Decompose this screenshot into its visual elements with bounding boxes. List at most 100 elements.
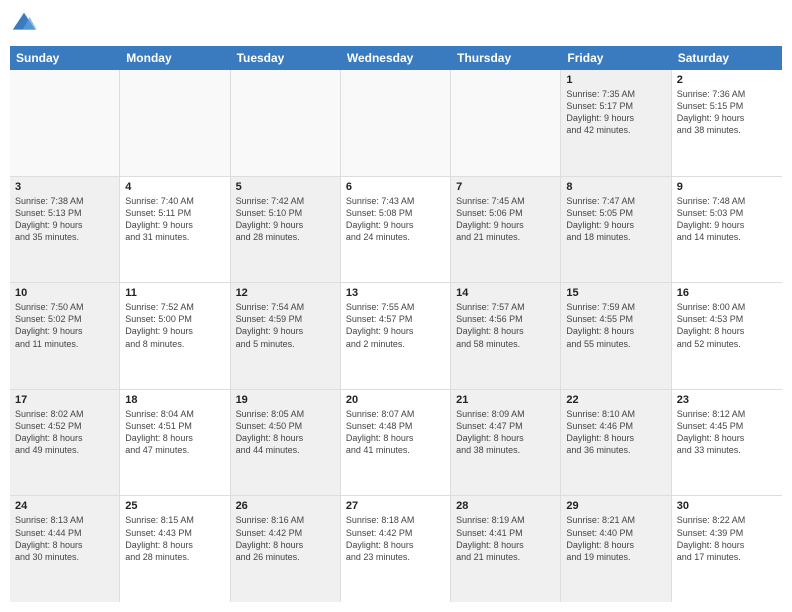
day-info: Sunrise: 8:21 AM Sunset: 4:40 PM Dayligh… <box>566 514 665 563</box>
header-day: Tuesday <box>231 46 341 70</box>
day-number: 22 <box>566 394 665 406</box>
calendar-cell: 15 Sunrise: 7:59 AM Sunset: 4:55 PM Dayli… <box>561 283 671 389</box>
calendar-cell: 4 Sunrise: 7:40 AM Sunset: 5:11 PM Daylig… <box>120 177 230 283</box>
calendar-cell: 16Sunrise: 8:00 AM Sunset: 4:53 PM Dayli… <box>672 283 782 389</box>
calendar-cell: 1 Sunrise: 7:35 AM Sunset: 5:17 PM Daylig… <box>561 70 671 176</box>
day-number: 28 <box>456 500 555 512</box>
calendar-cell: 17 Sunrise: 8:02 AM Sunset: 4:52 PM Dayli… <box>10 390 120 496</box>
calendar-cell: 2 Sunrise: 7:36 AM Sunset: 5:15 PM Daylig… <box>672 70 782 176</box>
day-number: 7 <box>456 181 555 193</box>
day-number: 29 <box>566 500 665 512</box>
calendar-cell <box>451 70 561 176</box>
day-info: Sunrise: 7:57 AM Sunset: 4:56 PM Dayligh… <box>456 301 555 350</box>
day-number: 9 <box>677 181 777 193</box>
day-info: Sunrise: 7:36 AM Sunset: 5:15 PM Dayligh… <box>677 88 777 137</box>
day-info: Sunrise: 8:18 AM Sunset: 4:42 PM Dayligh… <box>346 514 445 563</box>
day-info: Sunrise: 7:38 AM Sunset: 5:13 PM Dayligh… <box>15 195 114 244</box>
day-info: Sunrise: 8:15 AM Sunset: 4:43 PM Dayligh… <box>125 514 224 563</box>
day-number: 21 <box>456 394 555 406</box>
day-number: 5 <box>236 181 335 193</box>
calendar-header: SundayMondayTuesdayWednesdayThursdayFrid… <box>10 46 782 70</box>
calendar-cell: 20 Sunrise: 8:07 AM Sunset: 4:48 PM Dayli… <box>341 390 451 496</box>
day-info: Sunrise: 8:02 AM Sunset: 4:52 PM Dayligh… <box>15 408 114 457</box>
day-info: Sunrise: 8:00 AM Sunset: 4:53 PM Dayligh… <box>677 301 777 350</box>
day-number: 2 <box>677 74 777 86</box>
day-info: Sunrise: 8:05 AM Sunset: 4:50 PM Dayligh… <box>236 408 335 457</box>
calendar-cell <box>120 70 230 176</box>
day-number: 27 <box>346 500 445 512</box>
calendar-cell: 18 Sunrise: 8:04 AM Sunset: 4:51 PM Dayli… <box>120 390 230 496</box>
day-info: Sunrise: 7:54 AM Sunset: 4:59 PM Dayligh… <box>236 301 335 350</box>
day-info: Sunrise: 7:48 AM Sunset: 5:03 PM Dayligh… <box>677 195 777 244</box>
calendar-cell: 28 Sunrise: 8:19 AM Sunset: 4:41 PM Dayli… <box>451 496 561 602</box>
day-info: Sunrise: 8:13 AM Sunset: 4:44 PM Dayligh… <box>15 514 114 563</box>
header-day: Sunday <box>10 46 120 70</box>
day-info: Sunrise: 8:04 AM Sunset: 4:51 PM Dayligh… <box>125 408 224 457</box>
day-info: Sunrise: 8:22 AM Sunset: 4:39 PM Dayligh… <box>677 514 777 563</box>
day-info: Sunrise: 7:52 AM Sunset: 5:00 PM Dayligh… <box>125 301 224 350</box>
day-info: Sunrise: 8:09 AM Sunset: 4:47 PM Dayligh… <box>456 408 555 457</box>
calendar-cell: 21 Sunrise: 8:09 AM Sunset: 4:47 PM Dayli… <box>451 390 561 496</box>
calendar-cell: 22 Sunrise: 8:10 AM Sunset: 4:46 PM Dayli… <box>561 390 671 496</box>
calendar-cell: 3 Sunrise: 7:38 AM Sunset: 5:13 PM Daylig… <box>10 177 120 283</box>
day-number: 30 <box>677 500 777 512</box>
calendar-cell: 14 Sunrise: 7:57 AM Sunset: 4:56 PM Dayli… <box>451 283 561 389</box>
calendar-cell <box>231 70 341 176</box>
day-number: 13 <box>346 287 445 299</box>
calendar-cell: 6 Sunrise: 7:43 AM Sunset: 5:08 PM Daylig… <box>341 177 451 283</box>
calendar-body: 1 Sunrise: 7:35 AM Sunset: 5:17 PM Daylig… <box>10 70 782 602</box>
calendar: SundayMondayTuesdayWednesdayThursdayFrid… <box>10 46 782 602</box>
header-day: Wednesday <box>341 46 451 70</box>
calendar-cell: 13 Sunrise: 7:55 AM Sunset: 4:57 PM Dayli… <box>341 283 451 389</box>
page: SundayMondayTuesdayWednesdayThursdayFrid… <box>0 0 792 612</box>
day-number: 6 <box>346 181 445 193</box>
logo <box>10 10 42 38</box>
day-number: 3 <box>15 181 114 193</box>
day-info: Sunrise: 7:35 AM Sunset: 5:17 PM Dayligh… <box>566 88 665 137</box>
calendar-cell: 24 Sunrise: 8:13 AM Sunset: 4:44 PM Dayli… <box>10 496 120 602</box>
day-number: 11 <box>125 287 224 299</box>
calendar-cell: 11 Sunrise: 7:52 AM Sunset: 5:00 PM Dayli… <box>120 283 230 389</box>
day-info: Sunrise: 7:50 AM Sunset: 5:02 PM Dayligh… <box>15 301 114 350</box>
day-info: Sunrise: 7:59 AM Sunset: 4:55 PM Dayligh… <box>566 301 665 350</box>
calendar-cell: 30 Sunrise: 8:22 AM Sunset: 4:39 PM Dayli… <box>672 496 782 602</box>
calendar-cell: 12 Sunrise: 7:54 AM Sunset: 4:59 PM Dayli… <box>231 283 341 389</box>
calendar-cell: 29 Sunrise: 8:21 AM Sunset: 4:40 PM Dayli… <box>561 496 671 602</box>
day-info: Sunrise: 7:55 AM Sunset: 4:57 PM Dayligh… <box>346 301 445 350</box>
calendar-cell: 8 Sunrise: 7:47 AM Sunset: 5:05 PM Daylig… <box>561 177 671 283</box>
calendar-cell: 25 Sunrise: 8:15 AM Sunset: 4:43 PM Dayli… <box>120 496 230 602</box>
header-day: Thursday <box>451 46 561 70</box>
day-number: 18 <box>125 394 224 406</box>
calendar-cell: 19Sunrise: 8:05 AM Sunset: 4:50 PM Dayli… <box>231 390 341 496</box>
calendar-cell: 23 Sunrise: 8:12 AM Sunset: 4:45 PM Dayli… <box>672 390 782 496</box>
day-number: 12 <box>236 287 335 299</box>
calendar-cell: 7Sunrise: 7:45 AM Sunset: 5:06 PM Daylig… <box>451 177 561 283</box>
day-number: 20 <box>346 394 445 406</box>
day-number: 8 <box>566 181 665 193</box>
header-day: Friday <box>561 46 671 70</box>
day-info: Sunrise: 8:07 AM Sunset: 4:48 PM Dayligh… <box>346 408 445 457</box>
day-info: Sunrise: 7:43 AM Sunset: 5:08 PM Dayligh… <box>346 195 445 244</box>
day-number: 26 <box>236 500 335 512</box>
header-day: Saturday <box>672 46 782 70</box>
day-number: 24 <box>15 500 114 512</box>
day-info: Sunrise: 8:10 AM Sunset: 4:46 PM Dayligh… <box>566 408 665 457</box>
calendar-cell: 5Sunrise: 7:42 AM Sunset: 5:10 PM Daylig… <box>231 177 341 283</box>
logo-icon <box>10 10 38 38</box>
day-info: Sunrise: 8:12 AM Sunset: 4:45 PM Dayligh… <box>677 408 777 457</box>
day-number: 14 <box>456 287 555 299</box>
calendar-row: 17 Sunrise: 8:02 AM Sunset: 4:52 PM Dayli… <box>10 390 782 497</box>
day-number: 1 <box>566 74 665 86</box>
calendar-cell <box>341 70 451 176</box>
day-number: 25 <box>125 500 224 512</box>
day-number: 15 <box>566 287 665 299</box>
calendar-row: 3 Sunrise: 7:38 AM Sunset: 5:13 PM Daylig… <box>10 177 782 284</box>
day-number: 17 <box>15 394 114 406</box>
day-number: 4 <box>125 181 224 193</box>
header-day: Monday <box>120 46 230 70</box>
day-info: Sunrise: 7:40 AM Sunset: 5:11 PM Dayligh… <box>125 195 224 244</box>
day-info: Sunrise: 8:19 AM Sunset: 4:41 PM Dayligh… <box>456 514 555 563</box>
day-number: 23 <box>677 394 777 406</box>
calendar-cell: 9 Sunrise: 7:48 AM Sunset: 5:03 PM Daylig… <box>672 177 782 283</box>
day-info: Sunrise: 7:47 AM Sunset: 5:05 PM Dayligh… <box>566 195 665 244</box>
